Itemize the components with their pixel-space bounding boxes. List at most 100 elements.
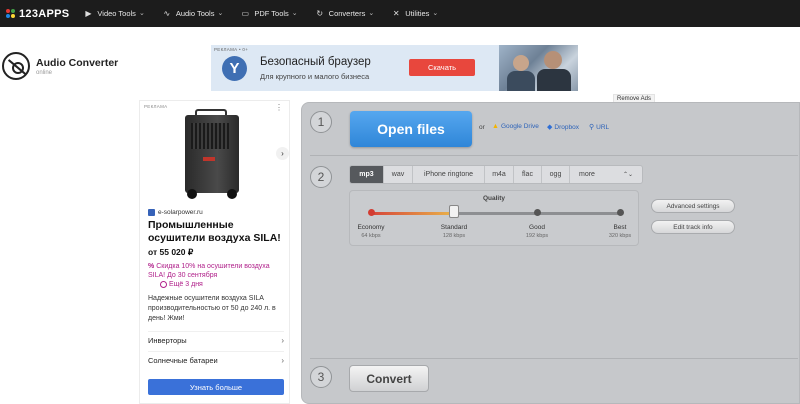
ad-label: РЕКЛАМА • 0+ <box>214 47 249 52</box>
nav-label: Converters <box>328 9 366 18</box>
logo-icon <box>6 9 15 18</box>
quality-stop-economy[interactable] <box>368 209 375 216</box>
ad-price: от 55 020 ₽ <box>148 247 194 257</box>
converter-panel: 1 Open files or ▲ Google Drive ◆ Dropbox… <box>301 102 800 404</box>
link-label: Инверторы <box>148 336 187 345</box>
step-2-badge: 2 <box>310 166 332 188</box>
promo-text: Скидка 10% на осушители воздуха SILA! До… <box>148 263 270 279</box>
divider <box>310 358 798 359</box>
edit-track-info-button[interactable]: Edit track info <box>651 220 735 234</box>
quality-label-best: Best <box>613 224 627 231</box>
chevron-down-icon: ⌄ <box>217 9 224 17</box>
app-brand[interactable]: Audio Converter online <box>0 52 118 80</box>
link-label: Солнечные батареи <box>148 356 218 365</box>
nav-utilities[interactable]: ✕ Utilities ⌄ <box>391 9 438 19</box>
link-icon: ⚲ <box>589 124 595 131</box>
quality-slider-handle[interactable] <box>449 205 459 218</box>
ad-label: РЕКЛАМА <box>144 104 168 109</box>
ad-countdown: Ещё 3 дня <box>160 281 203 288</box>
google-drive-link[interactable]: ▲ Google Drive <box>492 123 539 130</box>
chevron-down-icon: ⌄ <box>368 9 375 17</box>
dropbox-icon: ◆ <box>547 124 553 131</box>
chevron-right-icon: › <box>281 336 284 345</box>
banner-photo <box>499 45 578 91</box>
quality-stop-best[interactable] <box>617 209 624 216</box>
banner-ad[interactable]: РЕКЛАМА • 0+ ✕ Y Безопасный браузер Для … <box>211 45 578 91</box>
nav-label: Audio Tools <box>175 9 215 18</box>
chevron-down-icon: ⌄ <box>138 9 145 17</box>
advanced-settings-button[interactable]: Advanced settings <box>651 199 735 213</box>
logo-text: 123APPS <box>19 7 70 20</box>
format-tab-ogg[interactable]: ogg <box>542 166 570 183</box>
audio-waves-icon: ∿ <box>163 9 171 18</box>
format-tab-m4a[interactable]: m4a <box>485 166 514 183</box>
banner-download-button[interactable]: Скачать <box>409 59 475 76</box>
quality-label-good: Good <box>529 224 545 231</box>
source-label: Google Drive <box>500 123 539 130</box>
banner-subline: Для крупного и малого бизнеса <box>260 72 370 81</box>
quality-rate-standard: 128 kbps <box>442 233 466 239</box>
advertiser-domain[interactable]: e-solarpower.ru <box>148 209 203 216</box>
quality-track[interactable] <box>371 212 621 215</box>
page-subtitle: online <box>36 69 53 76</box>
video-icon: ▶ <box>85 9 92 18</box>
source-label: URL <box>596 123 610 131</box>
quality-stop-good[interactable] <box>534 209 541 216</box>
pdf-icon: ▭ <box>241 9 250 18</box>
banner-headline: Безопасный браузер <box>260 56 371 68</box>
format-more-select[interactable]: more ⌃⌄ <box>570 166 642 183</box>
more-label: more <box>578 171 595 178</box>
quality-label-standard: Standard <box>440 224 468 231</box>
quality-slider-box: Quality Economy 64 kbps Standard 128 kbp… <box>349 190 639 246</box>
nav-pdf-tools[interactable]: ▭ PDF Tools ⌄ <box>240 9 298 19</box>
ad-description: Надежные осушители воздуха SILA производ… <box>148 295 276 322</box>
nav-video-tools[interactable]: ▶ Video Tools ⌄ <box>83 9 144 19</box>
quality-fill <box>371 212 455 215</box>
dropbox-link[interactable]: ◆ Dropbox <box>547 123 579 132</box>
or-label: or <box>479 124 485 131</box>
format-tab-flac[interactable]: flac <box>514 166 542 183</box>
ad-learn-more-button[interactable]: Узнать больше <box>148 379 284 395</box>
nav-converters[interactable]: ↻ Converters ⌄ <box>315 9 375 19</box>
product-image[interactable] <box>183 109 243 199</box>
convert-button[interactable]: Convert <box>349 365 429 392</box>
chevron-down-icon: ⌄ <box>291 9 298 17</box>
page-title: Audio Converter <box>36 56 119 69</box>
ad-link-solar-panels[interactable]: Солнечные батареи › <box>148 351 284 369</box>
ad-promo: % Скидка 10% на осушители воздуха SILA! Д… <box>148 262 288 280</box>
more-options-icon[interactable]: ⋮ <box>275 103 283 112</box>
nav-label: PDF Tools <box>254 9 289 18</box>
step-3-badge: 3 <box>310 366 332 388</box>
quality-rate-best: 320 kbps <box>608 233 632 239</box>
format-tab-iphone-ringtone[interactable]: iPhone ringtone <box>413 166 485 183</box>
clock-icon <box>160 281 167 288</box>
quality-rate-good: 192 kbps <box>525 233 549 239</box>
chevron-down-icon: ⌄ <box>432 9 439 17</box>
ad-link-inverters[interactable]: Инверторы › <box>148 331 284 349</box>
logo[interactable]: 123APPS <box>6 8 69 20</box>
google-drive-icon: ▲ <box>492 123 499 130</box>
nav-label: Utilities <box>405 9 430 18</box>
format-tabs: mp3 wav iPhone ringtone m4a flac ogg mor… <box>349 165 643 184</box>
percent-icon: % <box>148 263 155 270</box>
quality-rate-economy: 64 kbps <box>361 233 381 239</box>
utilities-icon: ✕ <box>392 9 400 18</box>
side-ad[interactable]: РЕКЛАМА ⋮ › e-solarpower.ru Промышленные… <box>139 100 290 404</box>
nav-label: Video Tools <box>97 9 136 18</box>
top-nav: 123APPS ▶ Video Tools ⌄ ∿ Audio Tools ⌄ … <box>0 0 800 27</box>
chevron-right-icon: › <box>281 356 284 365</box>
favicon-icon <box>148 209 155 216</box>
open-files-button[interactable]: Open files <box>350 111 472 147</box>
browser-logo-icon: Y <box>222 56 247 81</box>
chevron-right-icon[interactable]: › <box>276 147 289 160</box>
format-tab-mp3[interactable]: mp3 <box>350 166 384 183</box>
format-tab-wav[interactable]: wav <box>384 166 413 183</box>
url-link[interactable]: ⚲ URL <box>589 123 610 132</box>
quality-title: Quality <box>482 195 506 202</box>
divider <box>310 155 798 156</box>
converter-icon: ↻ <box>316 9 324 18</box>
ad-title[interactable]: Промышленные осушители воздуха SILA! <box>148 219 286 245</box>
vinyl-disc-icon <box>2 52 30 80</box>
days-text: Ещё 3 дня <box>169 281 203 288</box>
nav-audio-tools[interactable]: ∿ Audio Tools ⌄ <box>162 9 224 19</box>
